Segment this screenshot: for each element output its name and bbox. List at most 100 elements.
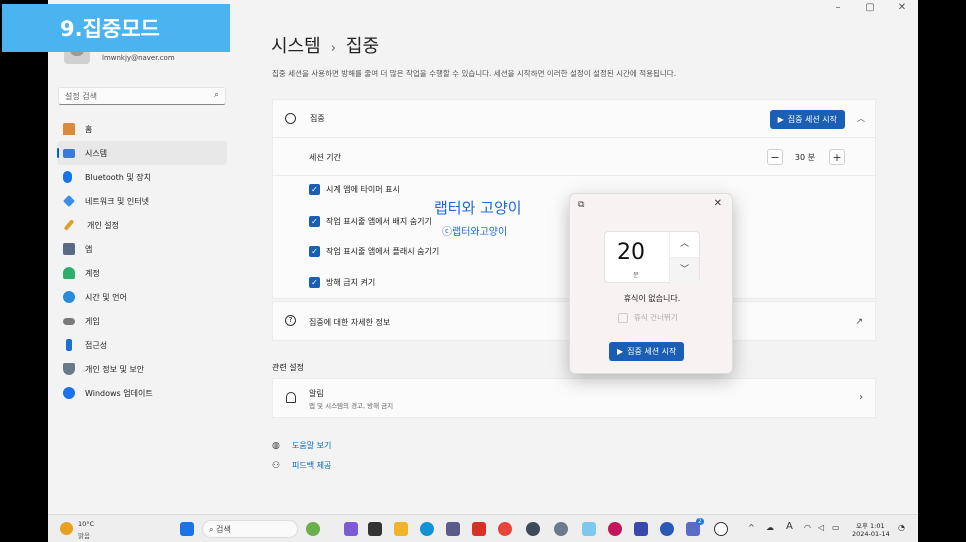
skip-break-option[interactable]: 휴식 건너뛰기 <box>618 312 678 323</box>
option-do-not-disturb[interactable]: ✓ 방해 금지 켜기 <box>309 277 375 288</box>
minimize-button[interactable]: – <box>832 2 844 13</box>
option-show-timer[interactable]: ✓ 시계 앱에 타이머 표시 <box>309 184 400 195</box>
home-icon <box>63 123 75 135</box>
snowflake-icon[interactable] <box>582 522 596 536</box>
minutes-picker[interactable]: 20 분 ︿ ﹀ <box>604 231 700 284</box>
sidebar-item-gaming[interactable]: 게임 <box>57 309 227 333</box>
apps-icon <box>63 243 75 255</box>
task-view-icon[interactable] <box>368 522 382 536</box>
sidebar-item-system[interactable]: 시스템 <box>57 141 227 165</box>
edge-icon[interactable] <box>420 522 434 536</box>
checkbox-checked[interactable]: ✓ <box>309 277 320 288</box>
decrease-duration-button[interactable]: − <box>767 149 783 165</box>
option-label: 작업 표시줄 앱에서 플래시 숨기기 <box>326 247 440 256</box>
chrome-icon[interactable] <box>498 522 512 536</box>
focus-timer-popup: ⧉ ✕ 20 분 ︿ ﹀ 휴식이 없습니다. 휴식 건너뛰기 ▶ 집중 세션 시작 <box>569 193 733 374</box>
start-focus-label: 집중 세션 시작 <box>787 115 837 124</box>
watermark-copyright: ⓒ랩터와고양이 <box>442 227 508 238</box>
option-hide-badges[interactable]: ✓ 작업 표시줄 앱에서 배지 숨기기 <box>309 216 432 227</box>
focus-header-row[interactable]: 집중 ▶ 집중 세션 시작 ︿ <box>273 100 875 138</box>
close-button[interactable]: ✕ <box>896 2 908 13</box>
sidebar-item-label: 개인 정보 및 보안 <box>85 364 145 374</box>
notification-bell-icon[interactable]: ◔ <box>898 523 905 532</box>
wifi-icon <box>63 195 75 207</box>
battery-icon[interactable]: ▭ <box>832 523 840 532</box>
sidebar-item-home[interactable]: 홈 <box>57 117 227 141</box>
left-letterbox <box>0 0 48 542</box>
watermark-title: 랩터와 고양이 <box>434 199 522 217</box>
play-icon: ▶ <box>617 347 624 356</box>
decrease-minutes-icon[interactable]: ﹀ <box>669 258 699 284</box>
globe-icon <box>63 291 75 303</box>
app-pink-icon[interactable] <box>608 522 622 536</box>
app-red-icon[interactable] <box>472 522 486 536</box>
sidebar-item-personalization[interactable]: 개인 설정 <box>57 213 227 237</box>
app-blue-icon[interactable] <box>660 522 674 536</box>
breadcrumb-parent[interactable]: 시스템 <box>271 36 321 57</box>
learn-more-label: 집중에 대한 자세한 정보 <box>309 318 391 327</box>
accessibility-icon <box>66 339 72 351</box>
copilot-icon[interactable] <box>306 522 320 536</box>
sidebar-item-bluetooth[interactable]: Bluetooth 및 장치 <box>57 165 227 189</box>
widgets-icon[interactable] <box>344 522 358 536</box>
sidebar-item-privacy[interactable]: 개인 정보 및 보안 <box>57 357 227 381</box>
start-focus-session-button[interactable]: ▶ 집중 세션 시작 <box>769 110 845 129</box>
notifications-subtitle: 앱 및 시스템의 경고, 방해 금지 <box>309 402 394 410</box>
increase-duration-button[interactable]: + <box>829 149 845 165</box>
session-duration-row: 세션 기간 − 30 분 + <box>273 138 875 176</box>
search-input[interactable]: 설정 검색 ⌕ <box>58 87 226 105</box>
sidebar-item-accounts[interactable]: 계정 <box>57 261 227 285</box>
bluetooth-icon <box>63 171 72 183</box>
app-video-icon[interactable] <box>634 522 648 536</box>
increase-minutes-icon[interactable]: ︿ <box>669 232 699 258</box>
sidebar-item-network[interactable]: 네트워크 및 인터넷 <box>57 189 227 213</box>
compact-view-icon[interactable]: ⧉ <box>578 200 584 210</box>
shield-icon <box>63 363 75 375</box>
option-hide-flashing[interactable]: ✓ 작업 표시줄 앱에서 플래시 숨기기 <box>309 246 439 257</box>
help-link[interactable]: ◍ 도움말 보기 <box>272 440 331 451</box>
checkbox-checked[interactable]: ✓ <box>309 184 320 195</box>
duration-value: 30 분 <box>794 153 815 162</box>
volume-icon[interactable]: ◁ <box>818 523 824 532</box>
wifi-icon[interactable]: ◠ <box>804 523 811 532</box>
start-icon[interactable] <box>180 522 194 536</box>
play-icon: ▶ <box>777 115 784 124</box>
sidebar-item-label: 계정 <box>85 268 100 278</box>
update-icon <box>63 387 75 399</box>
sidebar-item-label: 홈 <box>85 124 93 134</box>
monitor-icon <box>63 148 75 158</box>
checkbox-checked[interactable]: ✓ <box>309 216 320 227</box>
popup-start-label: 집중 세션 시작 <box>627 347 677 356</box>
weather-icon[interactable] <box>60 522 73 535</box>
popup-close-icon[interactable]: ✕ <box>714 198 722 209</box>
clock-app-icon[interactable] <box>714 522 728 536</box>
tutorial-badge: 9.집중모드 <box>2 4 230 52</box>
feedback-link[interactable]: ⚇ 피드백 제공 <box>272 460 331 471</box>
ime-indicator[interactable]: A <box>786 521 793 532</box>
sidebar-item-accessibility[interactable]: 접근성 <box>57 333 227 357</box>
sidebar-item-windows-update[interactable]: Windows 업데이트 <box>57 381 227 405</box>
sidebar-item-label: Bluetooth 및 장치 <box>85 172 152 182</box>
settings-window: – ▢ ✕ lmwnkjy@naver.com 설정 검색 ⌕ 홈 시스템 Bl… <box>48 0 918 542</box>
sidebar-item-label: 게임 <box>85 316 100 326</box>
maximize-button[interactable]: ▢ <box>864 2 876 13</box>
sidebar-item-apps[interactable]: 앱 <box>57 237 227 261</box>
sidebar-item-label: 시스템 <box>85 148 108 158</box>
chevron-up-icon[interactable]: ︿ <box>857 113 865 124</box>
sidebar-item-time-language[interactable]: 시간 및 언어 <box>57 285 227 309</box>
clock-date[interactable]: 2024-01-14 <box>852 530 890 538</box>
notification-count-badge: 2 <box>696 518 704 525</box>
taskbar-search[interactable]: ⌕ 검색 <box>202 520 298 538</box>
app-dark-icon[interactable] <box>526 522 540 536</box>
checkbox-checked[interactable]: ✓ <box>309 246 320 257</box>
checkbox-unchecked[interactable] <box>618 312 628 323</box>
clock-time[interactable]: 오후 1:01 <box>856 520 885 530</box>
skip-break-label: 휴식 건너뛰기 <box>634 313 678 322</box>
file-explorer-icon[interactable] <box>394 522 408 536</box>
overflow-chevron-icon[interactable]: ^ <box>748 523 755 532</box>
popup-start-focus-button[interactable]: ▶ 집중 세션 시작 <box>609 342 685 361</box>
notifications-card[interactable]: 알림 앱 및 시스템의 경고, 방해 금지 › <box>272 378 876 418</box>
store-icon[interactable] <box>446 522 460 536</box>
settings-gear-icon[interactable] <box>554 522 568 536</box>
cloud-icon[interactable]: ☁ <box>766 523 774 532</box>
